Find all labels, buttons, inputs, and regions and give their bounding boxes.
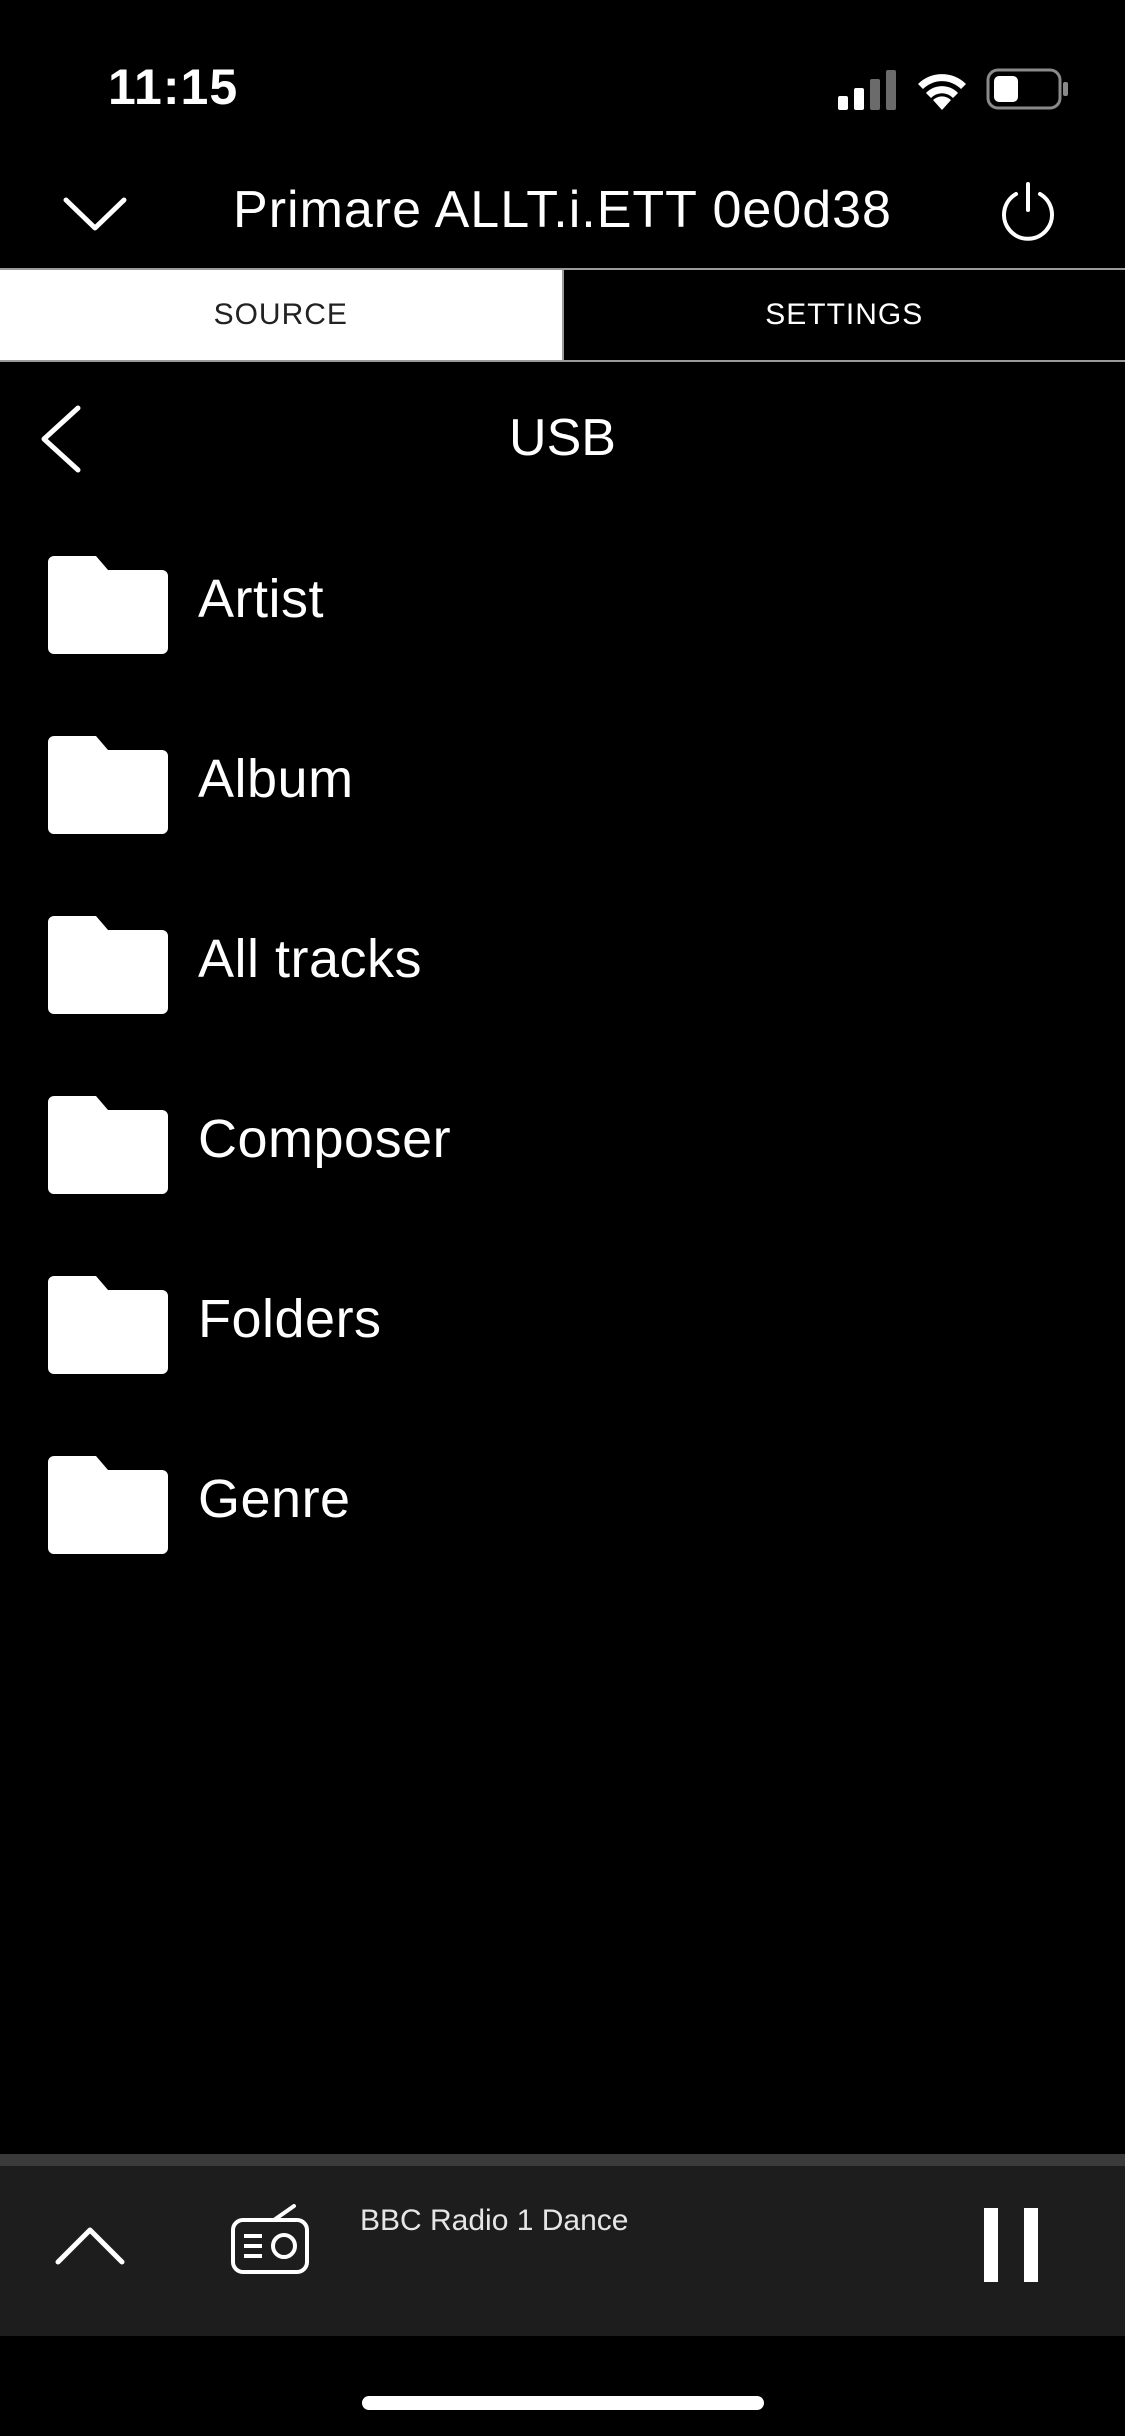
list-item-label: Album — [198, 749, 354, 809]
list-item-artist[interactable]: Artist — [0, 548, 1125, 728]
wifi-icon — [918, 74, 966, 110]
folder-list: Artist Album All tracks Composer Folders… — [0, 548, 1125, 1628]
now-playing-station: BBC Radio 1 Dance — [360, 2204, 629, 2237]
home-indicator — [362, 2396, 764, 2410]
folder-icon — [48, 916, 168, 1014]
status-bar: 11:15 — [0, 0, 1125, 160]
list-item-label: Genre — [198, 1469, 351, 1529]
folder-icon — [48, 736, 168, 834]
tab-source[interactable]: SOURCE — [0, 270, 562, 360]
folder-icon — [48, 1456, 168, 1554]
browser-title: USB — [509, 409, 616, 467]
list-item-genre[interactable]: Genre — [0, 1448, 1125, 1628]
tab-bar: SOURCE SETTINGS — [0, 268, 1125, 362]
list-item-folders[interactable]: Folders — [0, 1268, 1125, 1448]
pause-icon[interactable] — [984, 2208, 1038, 2282]
list-item-album[interactable]: Album — [0, 728, 1125, 908]
player-divider — [0, 2154, 1125, 2166]
chevron-up-icon[interactable] — [54, 2222, 126, 2268]
list-item-label: Folders — [198, 1289, 382, 1349]
folder-icon — [48, 1276, 168, 1374]
folder-icon — [48, 556, 168, 654]
list-item-composer[interactable]: Composer — [0, 1088, 1125, 1268]
folder-icon — [48, 1096, 168, 1194]
tab-settings[interactable]: SETTINGS — [561, 270, 1125, 360]
radio-icon — [231, 2204, 309, 2274]
device-title: Primare ALLT.i.ETT 0e0d38 — [233, 181, 892, 239]
power-icon[interactable] — [996, 180, 1060, 244]
list-item-label: All tracks — [198, 929, 423, 989]
battery-icon — [986, 68, 1068, 110]
list-item-label: Composer — [198, 1109, 452, 1169]
list-item-all-tracks[interactable]: All tracks — [0, 908, 1125, 1088]
list-item-label: Artist — [198, 569, 325, 629]
cellular-signal-icon — [838, 70, 896, 110]
mini-player[interactable] — [0, 2166, 1125, 2336]
status-time: 11:15 — [108, 59, 239, 115]
